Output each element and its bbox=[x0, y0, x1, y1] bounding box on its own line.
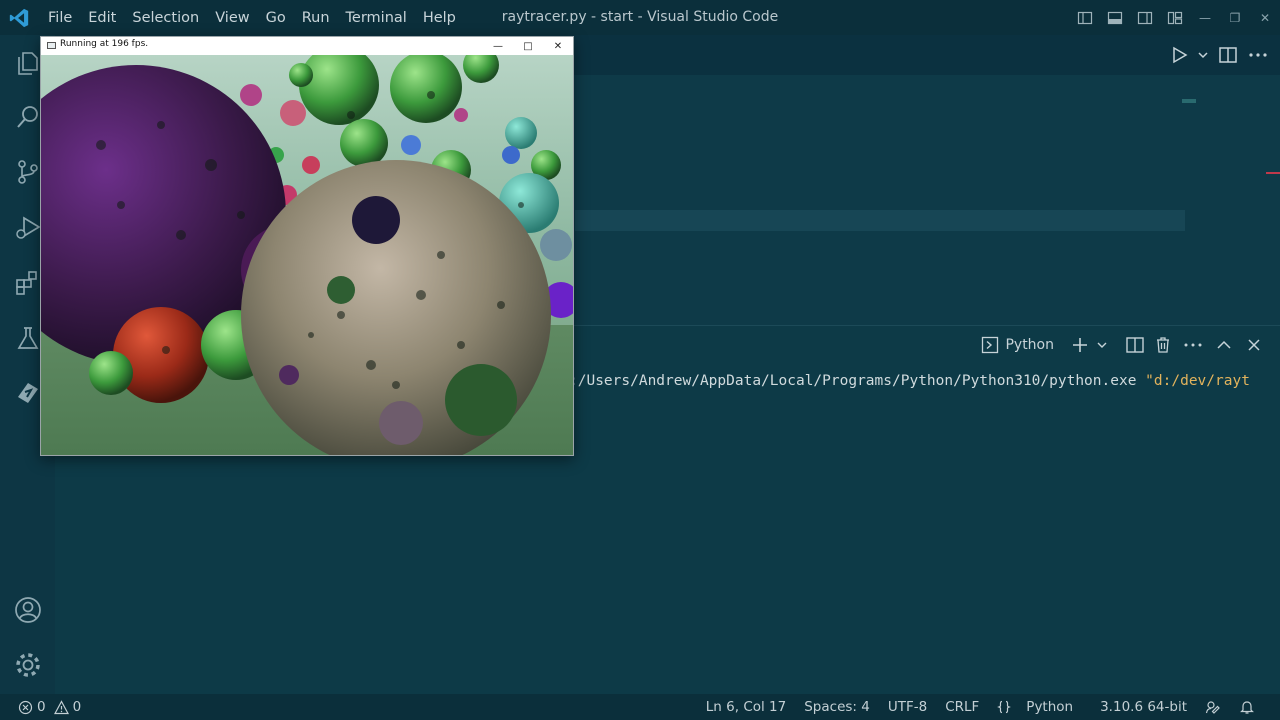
python-interpreter[interactable]: 3.10.6 64-bit bbox=[1091, 699, 1196, 715]
kill-terminal-trash-icon[interactable] bbox=[1152, 335, 1174, 355]
toggle-secondary-sidebar-icon[interactable] bbox=[1130, 0, 1160, 35]
app-minimize-icon[interactable]: — bbox=[483, 37, 513, 55]
terminal-actions: Python bbox=[981, 334, 1266, 356]
terminal-name: Python bbox=[1005, 337, 1054, 353]
account-icon[interactable] bbox=[0, 584, 55, 636]
line-endings[interactable]: CRLF bbox=[936, 699, 988, 715]
terminal-icon bbox=[982, 336, 999, 354]
terminal-command: :/Users/Andrew/AppData/Local/Programs/Py… bbox=[569, 373, 1146, 389]
run-chevron-down-icon[interactable] bbox=[1196, 44, 1210, 66]
language-label: Python bbox=[1026, 699, 1074, 715]
terminal-chevron-down-icon[interactable] bbox=[1096, 335, 1108, 355]
raytraced-scene[interactable] bbox=[41, 55, 573, 455]
title-bar: File Edit Selection View Go Run Terminal… bbox=[0, 0, 1280, 35]
error-icon bbox=[18, 700, 33, 714]
terminal-selector[interactable]: Python bbox=[981, 336, 1054, 354]
problems-indicator[interactable]: 0 0 bbox=[18, 694, 81, 720]
run-python-file-icon[interactable] bbox=[1168, 44, 1190, 66]
notifications-bell-icon[interactable] bbox=[1230, 699, 1264, 715]
new-terminal-plus-icon[interactable] bbox=[1070, 335, 1090, 355]
maximize-panel-chevron-up-icon[interactable] bbox=[1212, 335, 1236, 355]
warning-icon bbox=[53, 699, 69, 714]
menu-run[interactable]: Run bbox=[294, 10, 338, 26]
menu-terminal[interactable]: Terminal bbox=[338, 10, 415, 26]
more-actions-icon[interactable] bbox=[1246, 44, 1270, 66]
minimap[interactable] bbox=[1182, 99, 1196, 103]
customize-layout-icon[interactable] bbox=[1160, 0, 1190, 35]
indentation[interactable]: Spaces: 4 bbox=[795, 699, 879, 715]
menu-file[interactable]: File bbox=[40, 10, 80, 26]
vscode-window: File Edit Selection View Go Run Terminal… bbox=[0, 0, 1280, 720]
vscode-logo-icon bbox=[9, 8, 29, 28]
cursor-position[interactable]: Ln 6, Col 17 bbox=[697, 699, 795, 715]
feedback-icon[interactable] bbox=[1196, 699, 1230, 715]
current-line-highlight bbox=[575, 210, 1185, 231]
raytracer-app-window: Running at 196 fps. — □ ✕ bbox=[40, 36, 574, 456]
editor-actions bbox=[1168, 35, 1270, 75]
menu-selection[interactable]: Selection bbox=[124, 10, 207, 26]
settings-gear-icon[interactable] bbox=[0, 639, 55, 691]
status-bar-right: Ln 6, Col 17 Spaces: 4 UTF-8 CRLF Python… bbox=[697, 694, 1264, 720]
app-close-icon[interactable]: ✕ bbox=[543, 37, 573, 55]
render-canvas bbox=[41, 55, 573, 455]
split-terminal-icon[interactable] bbox=[1124, 335, 1146, 355]
terminal-output[interactable]: :/Users/Andrew/AppData/Local/Programs/Py… bbox=[569, 373, 1250, 389]
language-mode[interactable]: Python bbox=[988, 699, 1091, 715]
title-controls: — ❐ ✕ bbox=[1070, 0, 1280, 35]
warning-count: 0 bbox=[72, 699, 82, 715]
menu-help[interactable]: Help bbox=[415, 10, 464, 26]
menu-go[interactable]: Go bbox=[258, 10, 294, 26]
restore-window-icon[interactable]: ❐ bbox=[1220, 0, 1250, 35]
file-encoding[interactable]: UTF-8 bbox=[879, 699, 936, 715]
close-panel-icon[interactable] bbox=[1242, 335, 1266, 355]
terminal-command-arg: "d:/dev/rayt bbox=[1145, 373, 1250, 389]
app-title-bar[interactable]: Running at 196 fps. — □ ✕ bbox=[41, 37, 573, 55]
menu-edit[interactable]: Edit bbox=[80, 10, 124, 26]
close-window-icon[interactable]: ✕ bbox=[1250, 0, 1280, 35]
menu-bar: File Edit Selection View Go Run Terminal… bbox=[40, 0, 464, 35]
minimize-window-icon[interactable]: — bbox=[1190, 0, 1220, 35]
scrollbar-error-marker bbox=[1266, 172, 1280, 174]
app-window-icon bbox=[47, 42, 56, 49]
app-window-controls: — □ ✕ bbox=[483, 37, 573, 55]
app-maximize-icon[interactable]: □ bbox=[513, 37, 543, 55]
terminal-more-actions-icon[interactable] bbox=[1180, 335, 1206, 355]
toggle-panel-icon[interactable] bbox=[1100, 0, 1130, 35]
menu-view[interactable]: View bbox=[207, 10, 257, 26]
status-bar: 0 0 Ln 6, Col 17 Spaces: 4 UTF-8 CRLF Py… bbox=[0, 694, 1280, 720]
app-title: Running at 196 fps. bbox=[60, 39, 149, 49]
split-editor-icon[interactable] bbox=[1216, 44, 1240, 66]
error-count: 0 bbox=[37, 699, 46, 715]
toggle-primary-sidebar-icon[interactable] bbox=[1070, 0, 1100, 35]
braces-icon bbox=[997, 700, 1012, 714]
